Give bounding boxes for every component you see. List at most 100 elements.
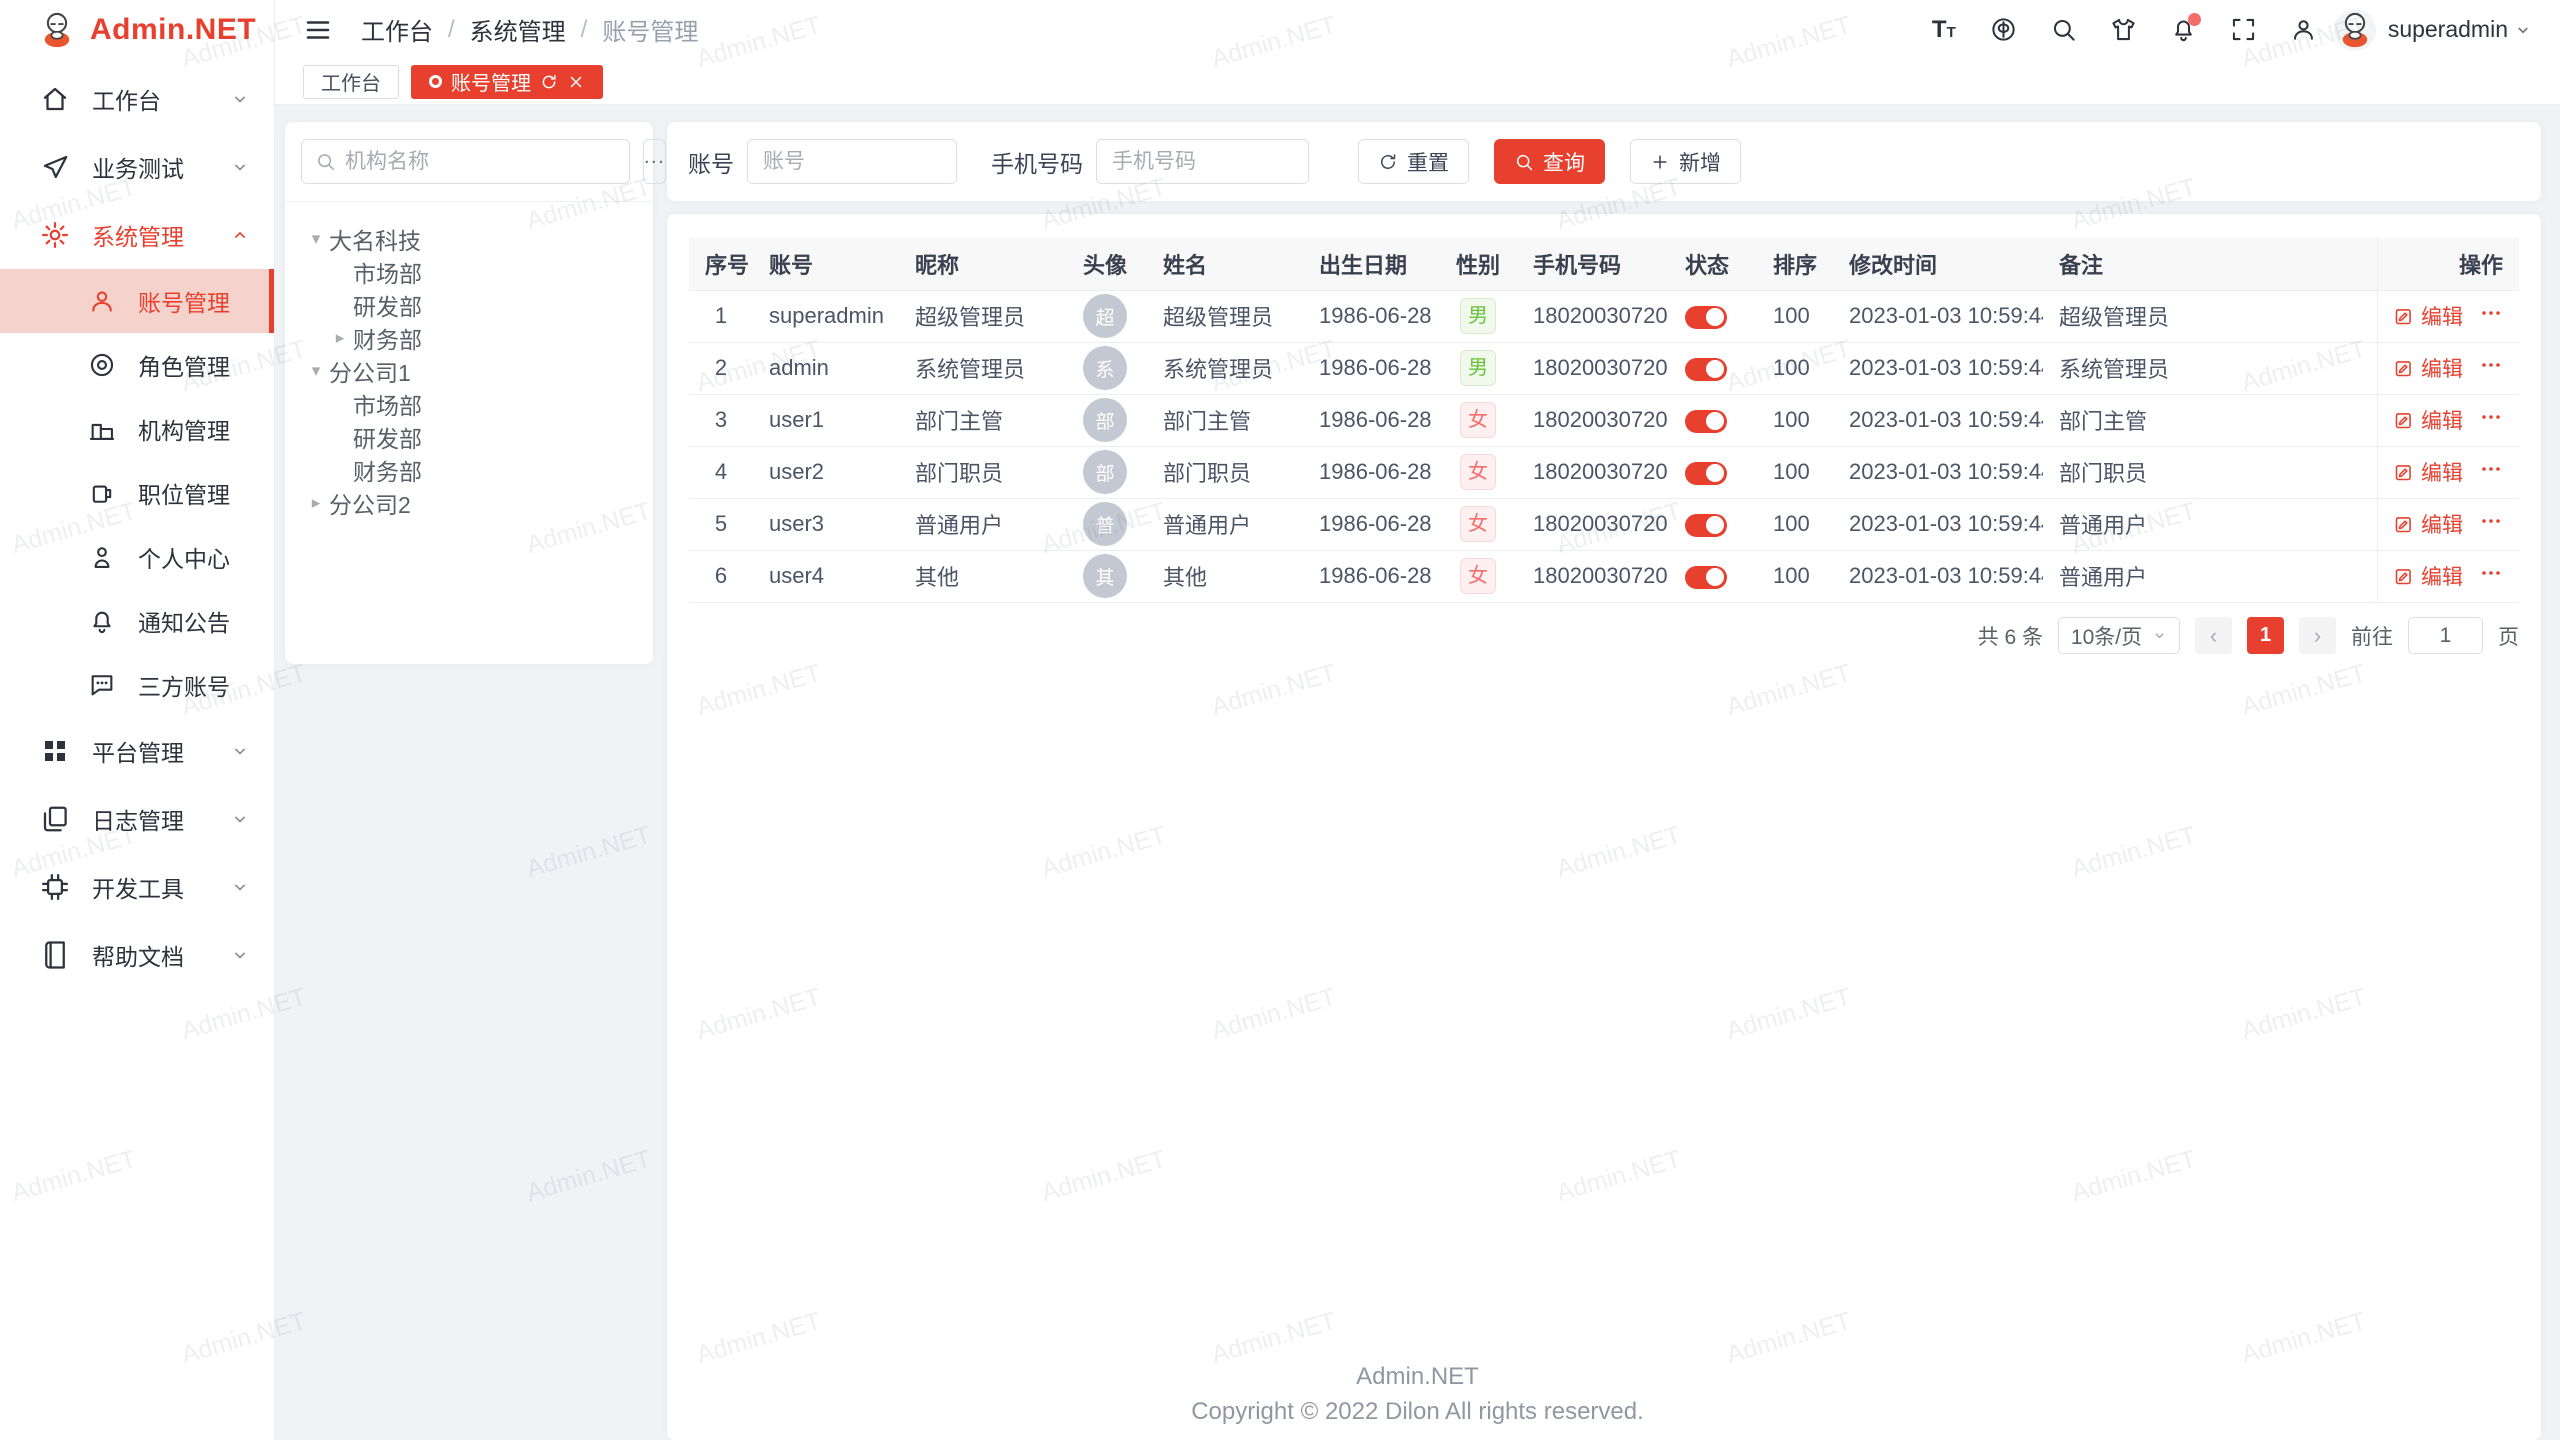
page-1-button[interactable]: 1 xyxy=(2247,617,2284,654)
sidebar-item-label: 账号管理 xyxy=(138,284,230,318)
status-toggle[interactable] xyxy=(1685,410,1727,433)
sidebar-item-工作台[interactable]: 工作台 xyxy=(0,65,274,133)
status-toggle[interactable] xyxy=(1685,306,1727,329)
breadcrumb-item[interactable]: 系统管理 xyxy=(470,12,566,47)
tree-node-分公司2[interactable]: ▸分公司2 xyxy=(295,486,643,519)
sidebar-item-日志管理[interactable]: 日志管理 xyxy=(0,785,274,853)
edit-button-label: 编辑 xyxy=(2421,405,2463,435)
cell-modified: 2023-01-03 10:59:44 xyxy=(1833,498,2043,550)
breadcrumb-item-current: 账号管理 xyxy=(602,12,698,47)
font-size-icon[interactable]: TT xyxy=(1924,10,1964,50)
user-menu[interactable]: superadmin xyxy=(2334,9,2532,51)
account-filter-input[interactable] xyxy=(747,139,957,184)
phone-filter-input[interactable] xyxy=(1096,139,1309,184)
sidebar-item-职位管理[interactable]: 职位管理 xyxy=(0,461,274,525)
refresh-icon[interactable] xyxy=(540,73,558,91)
more-actions-button[interactable] xyxy=(2479,509,2503,539)
sidebar-item-帮助文档[interactable]: 帮助文档 xyxy=(0,921,274,989)
add-button[interactable]: 新增 xyxy=(1630,139,1741,184)
user-icon[interactable] xyxy=(2284,10,2324,50)
search-icon[interactable] xyxy=(2044,10,2084,50)
org-search-input[interactable] xyxy=(345,150,616,174)
sidebar-item-系统管理[interactable]: 系统管理 xyxy=(0,201,274,269)
cell-avatar: 其 xyxy=(1063,550,1147,602)
edit-button[interactable]: 编辑 xyxy=(2393,561,2463,591)
collapse-sidebar-icon[interactable] xyxy=(303,15,333,45)
cell-order: 100 xyxy=(1757,550,1833,602)
sidebar-item-账号管理[interactable]: 账号管理 xyxy=(0,269,274,333)
sidebar-item-机构管理[interactable]: 机构管理 xyxy=(0,397,274,461)
edit-button[interactable]: 编辑 xyxy=(2393,457,2463,487)
tree-node-分公司1[interactable]: ▾分公司1 xyxy=(295,354,643,387)
status-toggle[interactable] xyxy=(1685,358,1727,381)
tab-workbench[interactable]: 工作台 xyxy=(303,65,399,99)
cell-modified: 2023-01-03 10:59:44 xyxy=(1833,342,2043,394)
edit-button[interactable]: 编辑 xyxy=(2393,509,2463,539)
tree-node-研发部[interactable]: 研发部 xyxy=(295,420,643,453)
edit-button-label: 编辑 xyxy=(2421,457,2463,487)
cell-name: 其他 xyxy=(1147,550,1303,602)
more-actions-button[interactable] xyxy=(2479,353,2503,383)
more-actions-button[interactable] xyxy=(2479,457,2503,487)
tree-node-市场部[interactable]: 市场部 xyxy=(295,387,643,420)
logo[interactable]: Admin.NET xyxy=(0,0,274,59)
cell-index: 5 xyxy=(689,498,753,550)
tree-node-研发部[interactable]: 研发部 xyxy=(295,288,643,321)
goto-page-input[interactable] xyxy=(2408,617,2483,654)
breadcrumb-item[interactable]: 工作台 xyxy=(361,12,433,47)
reset-button[interactable]: 重置 xyxy=(1358,139,1469,184)
action-buttons: 编辑 xyxy=(2394,457,2504,487)
sidebar-item-角色管理[interactable]: 角色管理 xyxy=(0,333,274,397)
status-toggle[interactable] xyxy=(1685,566,1727,589)
org-more-button[interactable]: ... xyxy=(643,139,666,184)
theme-icon[interactable] xyxy=(2104,10,2144,50)
footer: Admin.NET Copyright © 2022 Dilon All rig… xyxy=(275,1363,2560,1426)
cell-phone: 18020030720 xyxy=(1517,446,1669,498)
more-actions-button[interactable] xyxy=(2479,301,2503,331)
close-icon[interactable] xyxy=(567,73,585,91)
cell-modified: 2023-01-03 10:59:44 xyxy=(1833,290,2043,342)
home-icon xyxy=(40,84,70,114)
sidebar-item-业务测试[interactable]: 业务测试 xyxy=(0,133,274,201)
sidebar-item-开发工具[interactable]: 开发工具 xyxy=(0,853,274,921)
prev-page-button[interactable]: ‹ xyxy=(2195,617,2232,654)
sidebar-item-label: 个人中心 xyxy=(138,540,230,574)
tree-node-财务部[interactable]: 财务部 xyxy=(295,453,643,486)
edit-button[interactable]: 编辑 xyxy=(2393,353,2463,383)
col-header-昵称: 昵称 xyxy=(899,238,1063,290)
status-toggle[interactable] xyxy=(1685,514,1727,537)
reset-button-label: 重置 xyxy=(1407,147,1449,177)
query-button[interactable]: 查询 xyxy=(1494,139,1605,184)
status-toggle[interactable] xyxy=(1685,462,1727,485)
tree-node-市场部[interactable]: 市场部 xyxy=(295,255,643,288)
cell-phone: 18020030720 xyxy=(1517,498,1669,550)
more-actions-button[interactable] xyxy=(2479,405,2503,435)
sidebar-item-个人中心[interactable]: 个人中心 xyxy=(0,525,274,589)
sidebar-item-通知公告[interactable]: 通知公告 xyxy=(0,589,274,653)
gender-tag: 女 xyxy=(1460,506,1496,542)
edit-button[interactable]: 编辑 xyxy=(2393,301,2463,331)
caret-right-icon[interactable]: ▸ xyxy=(303,493,329,513)
cell-avatar: 普 xyxy=(1063,498,1147,550)
cell-order: 100 xyxy=(1757,498,1833,550)
notification-icon[interactable] xyxy=(2164,10,2204,50)
caret-down-icon[interactable]: ▾ xyxy=(303,229,329,249)
language-icon[interactable] xyxy=(1984,10,2024,50)
tree-node-大名科技[interactable]: ▾大名科技 xyxy=(295,222,643,255)
sidebar-item-三方账号[interactable]: 三方账号 xyxy=(0,653,274,717)
cell-index: 1 xyxy=(689,290,753,342)
caret-down-icon[interactable]: ▾ xyxy=(303,361,329,381)
next-page-button[interactable]: › xyxy=(2299,617,2336,654)
edit-button[interactable]: 编辑 xyxy=(2393,405,2463,435)
cell-account: admin xyxy=(753,342,899,394)
tree-node-财务部[interactable]: ▸财务部 xyxy=(295,321,643,354)
caret-right-icon[interactable]: ▸ xyxy=(327,328,353,348)
page-size-select[interactable]: 10条/页 xyxy=(2058,617,2180,654)
tab-account-mgmt[interactable]: 账号管理 xyxy=(411,65,603,99)
action-buttons: 编辑 xyxy=(2394,405,2504,435)
more-actions-button[interactable] xyxy=(2479,561,2503,591)
chevron-down-icon xyxy=(230,89,250,109)
username: superadmin xyxy=(2388,16,2508,43)
sidebar-item-平台管理[interactable]: 平台管理 xyxy=(0,717,274,785)
fullscreen-icon[interactable] xyxy=(2224,10,2264,50)
